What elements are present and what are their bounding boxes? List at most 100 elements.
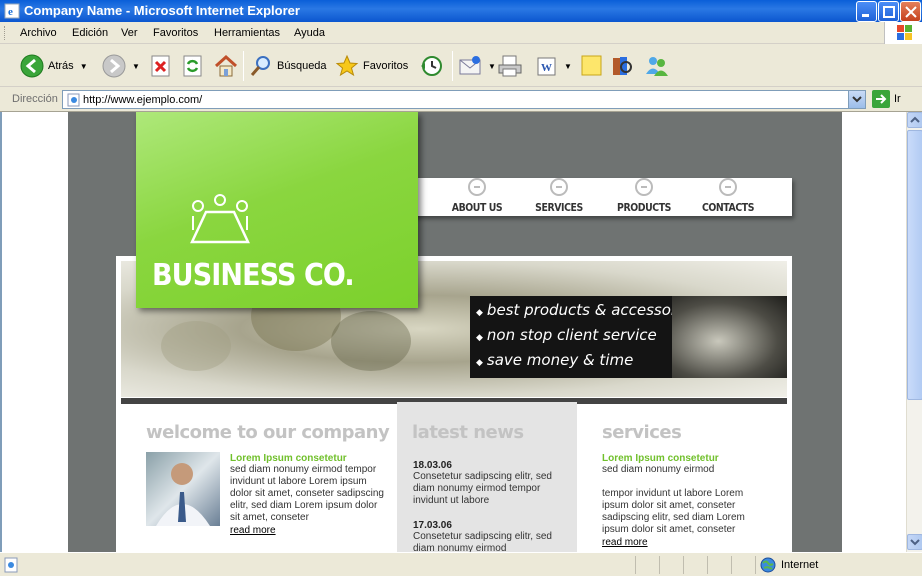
- close-icon: [905, 6, 917, 18]
- back-button[interactable]: Atrás ▼: [20, 52, 88, 80]
- refresh-button[interactable]: [182, 52, 204, 80]
- status-bar: Internet: [0, 552, 922, 576]
- menu-ver[interactable]: Ver: [121, 27, 138, 39]
- welcome-heading: welcome to our company: [146, 422, 390, 443]
- menu-grip: [4, 26, 7, 40]
- ie-icon: e: [4, 3, 20, 19]
- research-icon: [613, 57, 632, 75]
- globe-icon: [760, 557, 776, 573]
- print-icon: [498, 55, 522, 77]
- maximize-button[interactable]: [878, 1, 899, 22]
- minimize-icon: [862, 14, 869, 17]
- address-label: Dirección: [12, 93, 58, 105]
- address-dropdown-button[interactable]: [848, 91, 865, 108]
- window-title: Company Name - Microsoft Internet Explor…: [24, 3, 300, 18]
- history-button[interactable]: [419, 52, 443, 80]
- services-title: Lorem Ipsum consetetur: [602, 453, 719, 464]
- menu-favoritos[interactable]: Favoritos: [153, 27, 198, 39]
- tagline-panel: ◆ best products & accessories ◆ non stop c…: [470, 296, 787, 378]
- nav-services[interactable]: SERVICES: [524, 178, 594, 216]
- go-label: Ir: [894, 93, 901, 105]
- status-pane: [659, 556, 683, 574]
- toolbar-separator: [243, 51, 244, 81]
- businessman-photo: [146, 452, 220, 526]
- arrow-circle-icon: [719, 178, 737, 196]
- status-pane: [707, 556, 731, 574]
- services-text: tempor invidunt ut labore Lorem ipsum do…: [602, 488, 745, 535]
- favorites-button[interactable]: Favoritos: [335, 52, 408, 80]
- messenger-button[interactable]: [644, 52, 670, 80]
- welcome-column: welcome to our company Lorem Ipsum conse…: [146, 402, 396, 552]
- discuss-button[interactable]: [580, 52, 604, 80]
- windows-flag-icon: [897, 25, 912, 40]
- edit-button[interactable]: W ▼: [536, 52, 572, 80]
- menu-herramientas[interactable]: Herramientas: [214, 27, 280, 39]
- scroll-up-button[interactable]: [907, 112, 922, 128]
- favorites-label: Favoritos: [363, 60, 409, 72]
- tagline-1: ◆ best products & accessories: [476, 301, 699, 319]
- services-read-more-link[interactable]: read more: [602, 537, 648, 548]
- edit-dropdown-icon[interactable]: ▼: [564, 62, 572, 71]
- services-subtitle: sed diam nonumy eirmod: [602, 464, 715, 475]
- history-icon: [421, 56, 442, 76]
- go-arrow-icon: [872, 90, 890, 108]
- news-text: Consetetur sadipscing elitr, sed diam no…: [413, 531, 552, 552]
- vertical-scrollbar[interactable]: [906, 112, 922, 552]
- logo-title: BUSINESS CO.: [152, 258, 355, 293]
- welcome-text: sed diam nonumy eirmod tempor invidunt u…: [230, 464, 384, 523]
- zone-label: Internet: [781, 559, 819, 571]
- welcome-read-more-link[interactable]: read more: [230, 525, 276, 536]
- word-edit-icon: W: [537, 57, 556, 76]
- services-heading: services: [602, 422, 682, 443]
- menu-edicion[interactable]: Edición: [72, 27, 108, 39]
- home-button[interactable]: [214, 52, 238, 80]
- services-column: services Lorem Ipsum consetetur sed diam…: [602, 402, 777, 552]
- close-button[interactable]: [900, 1, 921, 22]
- go-button[interactable]: Ir: [872, 90, 901, 108]
- menu-ayuda[interactable]: Ayuda: [294, 27, 325, 39]
- address-field[interactable]: [62, 90, 866, 109]
- mail-button[interactable]: ▼: [458, 52, 496, 80]
- stop-button[interactable]: [150, 52, 172, 80]
- page-status-icon: [4, 557, 18, 573]
- search-button[interactable]: Búsqueda: [249, 52, 327, 80]
- search-icon: [250, 56, 270, 76]
- page-icon: [67, 93, 80, 107]
- svg-text:W: W: [541, 62, 552, 74]
- arrow-circle-icon: [550, 178, 568, 196]
- maximize-icon: [883, 6, 895, 18]
- forward-button[interactable]: ▼: [102, 52, 140, 80]
- chain-image: [672, 296, 787, 378]
- forward-dropdown-icon[interactable]: ▼: [132, 62, 140, 71]
- logo-box[interactable]: BUSINESS CO.: [136, 112, 418, 308]
- status-pane: [635, 556, 659, 574]
- scroll-down-button[interactable]: [907, 534, 922, 550]
- status-pane: [731, 556, 755, 574]
- mail-dropdown-icon[interactable]: ▼: [488, 62, 496, 71]
- back-dropdown-icon[interactable]: ▼: [80, 62, 88, 71]
- research-button[interactable]: [610, 52, 634, 80]
- mail-icon: [459, 56, 481, 75]
- browser-viewport[interactable]: ABOUT US SERVICES PRODUCTS CONTACTS ◆ be…: [0, 112, 906, 552]
- menu-archivo[interactable]: Archivo: [20, 27, 57, 39]
- person-icon: [156, 463, 210, 526]
- stop-icon: [151, 55, 170, 77]
- nav-about-us[interactable]: ABOUT US: [442, 178, 512, 216]
- arrow-circle-icon: [635, 178, 653, 196]
- address-input[interactable]: [83, 92, 843, 107]
- print-button[interactable]: [497, 52, 523, 80]
- scroll-thumb[interactable]: [907, 130, 922, 400]
- home-icon: [214, 54, 238, 77]
- messenger-icon: [646, 57, 668, 76]
- news-date: 17.03.06: [413, 520, 452, 531]
- back-label: Atrás: [48, 60, 74, 72]
- chevron-up-icon: [910, 116, 920, 123]
- nav-products[interactable]: PRODUCTS: [606, 178, 682, 216]
- note-icon: [581, 55, 602, 76]
- security-zone: Internet: [760, 557, 818, 573]
- address-bar: Dirección Ir: [0, 88, 922, 112]
- site-nav: ABOUT US SERVICES PRODUCTS CONTACTS: [406, 178, 792, 216]
- forward-arrow-icon: [102, 54, 126, 78]
- nav-contacts[interactable]: CONTACTS: [690, 178, 766, 216]
- minimize-button[interactable]: [856, 1, 877, 22]
